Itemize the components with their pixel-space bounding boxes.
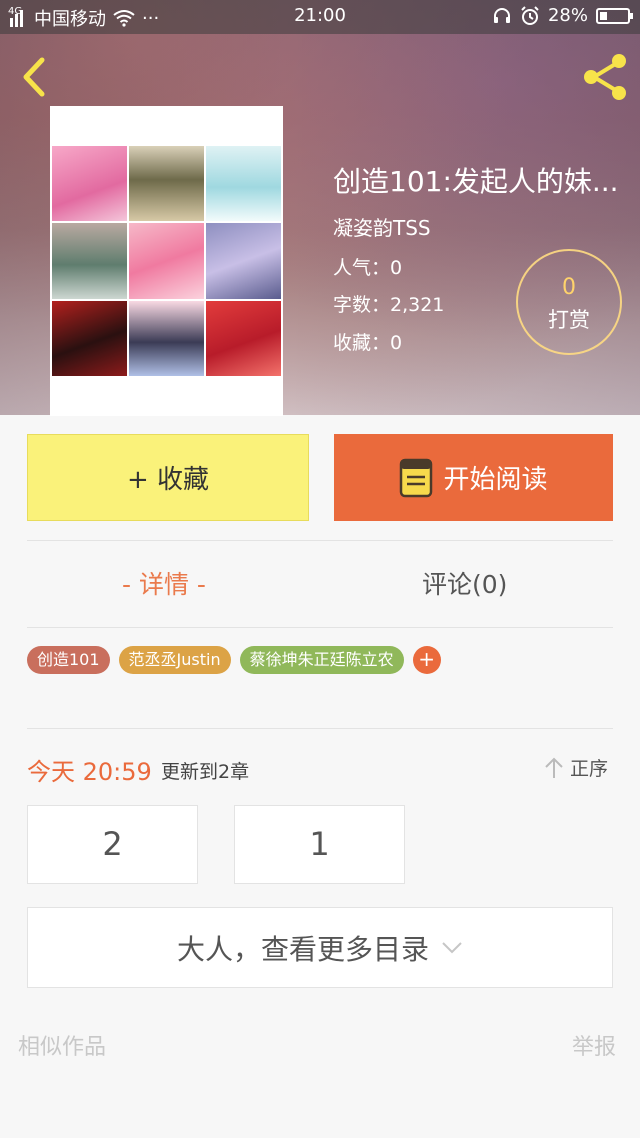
more-catalog-button[interactable]: 大人，查看更多目录 xyxy=(27,907,613,988)
more-catalog-label: 大人，查看更多目录 xyxy=(176,932,429,966)
cover-image-collage xyxy=(52,146,281,376)
share-button[interactable] xyxy=(578,50,632,104)
headset-icon xyxy=(493,7,510,23)
update-time: 今天 20:59 xyxy=(27,758,152,786)
share-icon xyxy=(584,54,626,100)
divider xyxy=(27,540,613,541)
favorite-label: + 收藏 xyxy=(126,465,210,495)
add-to-favorites-button[interactable]: + 收藏 xyxy=(27,434,309,521)
book-author[interactable]: 凝姿韵TSS xyxy=(333,212,431,241)
word-count-stat: 字数：2,321 xyxy=(333,294,445,316)
tab-details[interactable]: - 详情 - xyxy=(122,565,206,601)
tag-item[interactable]: 蔡徐坤朱正廷陈立农 xyxy=(239,646,404,674)
arrow-up-icon xyxy=(545,757,563,778)
battery-percent: 28% xyxy=(547,5,588,26)
favorites-stat: 收藏：0 xyxy=(333,332,403,354)
chevron-down-icon xyxy=(442,941,462,953)
chapter-item[interactable]: 1 xyxy=(234,805,405,884)
alarm-icon xyxy=(521,5,539,25)
sort-order-button[interactable]: 正序 xyxy=(544,754,608,781)
popularity-stat: 人气：0 xyxy=(333,257,403,279)
reward-button[interactable]: 0 打赏 xyxy=(516,249,622,355)
reward-count: 0 xyxy=(562,275,576,300)
update-text: 更新到2章 xyxy=(161,761,250,783)
divider xyxy=(27,728,613,729)
add-tag-button[interactable]: + xyxy=(412,646,441,674)
tag-item[interactable]: 范丞丞Justin xyxy=(118,646,231,674)
back-button[interactable] xyxy=(14,52,58,102)
book-icon xyxy=(400,458,433,497)
tag-list: 创造101 范丞丞Justin 蔡徐坤朱正廷陈立农 + xyxy=(27,646,441,674)
tab-comments[interactable]: 评论(0) xyxy=(422,565,507,601)
chapter-item[interactable]: 2 xyxy=(27,805,198,884)
divider xyxy=(27,627,613,628)
battery-icon xyxy=(596,7,633,24)
book-title: 创造101:发起人的妹... xyxy=(333,165,619,198)
reward-label: 打赏 xyxy=(548,308,590,332)
similar-works-heading: 相似作品 xyxy=(18,1035,107,1060)
sort-label: 正序 xyxy=(570,758,609,780)
status-bar: 4G 中国移动 ··· 21:00 28% xyxy=(0,0,640,34)
start-reading-label: 开始阅读 xyxy=(443,465,548,495)
chevron-left-icon xyxy=(23,57,45,97)
report-button[interactable]: 举报 xyxy=(572,1029,616,1061)
tag-item[interactable]: 创造101 xyxy=(27,646,110,674)
start-reading-button[interactable]: 开始阅读 xyxy=(334,434,613,521)
book-cover[interactable] xyxy=(50,106,283,416)
